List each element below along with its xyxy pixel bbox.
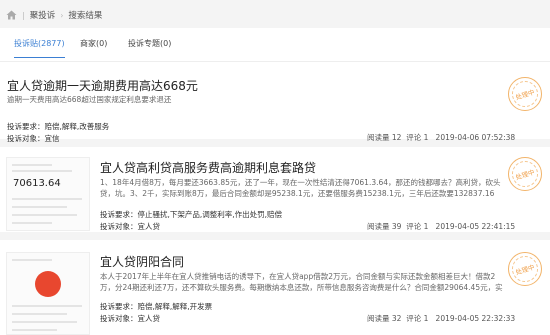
target-label: 投诉对象： [100, 314, 138, 323]
result-target: 投诉对象：宜人贷 [100, 313, 160, 324]
reads-label: 阅读量 [367, 133, 390, 142]
status-text: 处理中 [514, 168, 536, 182]
result-title[interactable]: 宜人贷阴阳合同 [100, 253, 184, 270]
demand-value: 赔偿,解释,改善服务 [44, 122, 110, 131]
breadcrumb-separator: | [22, 10, 25, 20]
breadcrumb: | 聚投诉 › 搜索结果 [6, 8, 102, 22]
breadcrumb-home-link[interactable]: 聚投诉 [30, 9, 56, 21]
status-stamp: 处理中 [508, 252, 542, 286]
tab-topics[interactable]: 投诉专题(0) [128, 38, 171, 57]
result-title[interactable]: 宜人贷逾期一天逾期费用高达668元 [7, 77, 198, 94]
status-text: 处理中 [514, 88, 536, 102]
demand-label: 投诉要求： [100, 210, 138, 219]
target-value: 宜人贷 [137, 314, 161, 323]
target-value: 宜人贷 [137, 222, 161, 231]
result-stats: 阅读量 12 评论 1 2019-04-06 07:52:38 [367, 132, 515, 143]
result-title[interactable]: 宜人贷高利贷高服务费高逾期利息套路贷 [100, 159, 316, 176]
status-text: 处理中 [514, 263, 536, 277]
demand-label: 投诉要求： [7, 122, 45, 131]
comments-count: 1 [423, 222, 429, 231]
status-stamp: 处理中 [508, 157, 542, 191]
demand-label: 投诉要求： [100, 302, 138, 311]
breadcrumb-separator: › [60, 10, 64, 20]
result-date: 2019-04-05 22:41:15 [435, 222, 516, 231]
reads-count: 39 [391, 222, 402, 231]
result-item[interactable]: 70613.64 宜人贷高利贷高服务费高逾期利息套路贷 1、18年4月借8万，每… [0, 147, 550, 240]
tab-merchants[interactable]: 商家(0) [80, 38, 107, 57]
result-tabs: 投诉贴(2877) 商家(0) 投诉专题(0) [0, 28, 550, 62]
demand-value: 停止骚扰,下架产品,调整利率,作出处罚,赔偿 [137, 210, 283, 219]
result-demand: 投诉要求：停止骚扰,下架产品,调整利率,作出处罚,赔偿 [100, 209, 282, 220]
target-label: 投诉对象： [100, 222, 138, 231]
reads-label: 阅读量 [367, 222, 390, 231]
home-icon[interactable] [6, 10, 17, 20]
tab-complaints[interactable]: 投诉贴(2877) [14, 38, 65, 58]
result-demand: 投诉要求：赔偿,解释,改善服务 [7, 121, 109, 132]
comments-label: 评论 [406, 222, 422, 231]
reads-count: 12 [391, 133, 402, 142]
comments-count: 1 [423, 314, 429, 323]
result-description: 本人于2017年上半年在宜人贷推销电话的诱导下，在宜人贷app借款2万元，合同金… [100, 272, 503, 292]
result-description: 逾期一天费用高达668超过国家规定利息要求退还 [7, 95, 172, 104]
target-label: 投诉对象： [7, 134, 45, 143]
result-target: 投诉对象：宜信 [7, 133, 60, 144]
result-item[interactable]: 宜人贷阴阳合同 本人于2017年上半年在宜人贷推销电话的诱导下，在宜人贷app借… [0, 240, 550, 335]
thumbnail-amount: 70613.64 [13, 178, 61, 189]
comments-label: 评论 [406, 133, 422, 142]
result-item[interactable]: 宜人贷逾期一天逾期费用高达668元 逾期一天费用高达668超过国家规定利息要求退… [0, 62, 550, 147]
result-thumbnail[interactable] [6, 252, 90, 335]
result-description: 1、18年4月借8万，每月要还3663.85元，还了一年，现在一次性结清还得70… [100, 178, 501, 198]
status-stamp: 处理中 [508, 77, 542, 111]
breadcrumb-current: 搜索结果 [68, 11, 103, 21]
result-stats: 阅读量 39 评论 1 2019-04-05 22:41:15 [367, 221, 515, 232]
comments-count: 1 [423, 133, 429, 142]
result-date: 2019-04-05 22:32:33 [435, 314, 516, 323]
result-date: 2019-04-06 07:52:38 [435, 133, 516, 142]
result-stats: 阅读量 32 评论 1 2019-04-05 22:32:33 [367, 313, 515, 324]
thumbnail-red-circle [35, 271, 61, 297]
target-value: 宜信 [44, 134, 60, 143]
result-target: 投诉对象：宜人贷 [100, 221, 160, 232]
reads-count: 32 [391, 314, 402, 323]
comments-label: 评论 [406, 314, 422, 323]
result-thumbnail[interactable]: 70613.64 [6, 157, 90, 231]
reads-label: 阅读量 [367, 314, 390, 323]
demand-value: 赔偿,解释,解释,开发票 [137, 302, 213, 311]
result-demand: 投诉要求：赔偿,解释,解释,开发票 [100, 301, 212, 312]
